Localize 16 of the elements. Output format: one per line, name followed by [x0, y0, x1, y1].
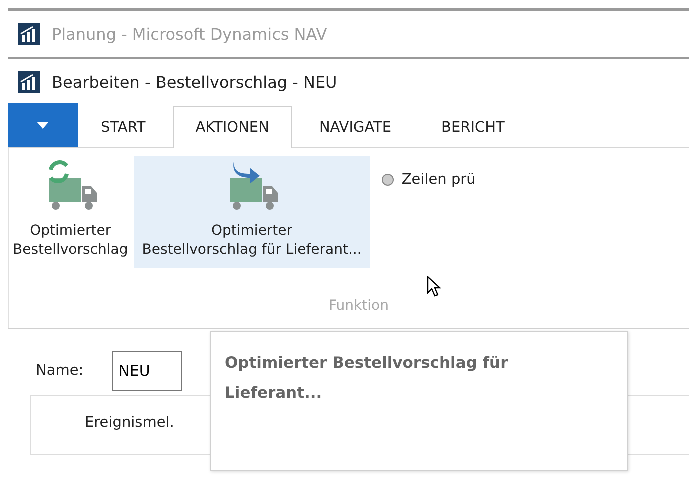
radio-button[interactable]: [382, 174, 394, 186]
column-header: Ereignismel.: [85, 415, 174, 431]
app-logo-icon: [18, 71, 40, 93]
option-label: Zeilen prü: [402, 172, 476, 188]
window-title: Planung - Microsoft Dynamics NAV: [52, 24, 328, 44]
ribbon-action-button[interactable]: Optimierter Bestellvorschlag für Lieferant...: [134, 156, 370, 268]
ribbon-action-button[interactable]: Optimierter Bestellvorschlag: [9, 156, 132, 266]
caret-icon: [37, 122, 49, 128]
tooltip-title: Optimierter Bestellvorschlag für Lieferant...: [225, 353, 510, 404]
app-logo-icon: [18, 23, 40, 45]
ribbon-tab[interactable]: AKTIONEN: [172, 106, 292, 148]
group-label: Funktion: [329, 298, 389, 314]
mouse-cursor-icon: [427, 276, 441, 298]
window-title: Bearbeiten - Bestellvorschlag - NEU: [52, 72, 338, 92]
name-label: Name:: [36, 363, 84, 379]
name-field[interactable]: NEU: [112, 351, 182, 391]
